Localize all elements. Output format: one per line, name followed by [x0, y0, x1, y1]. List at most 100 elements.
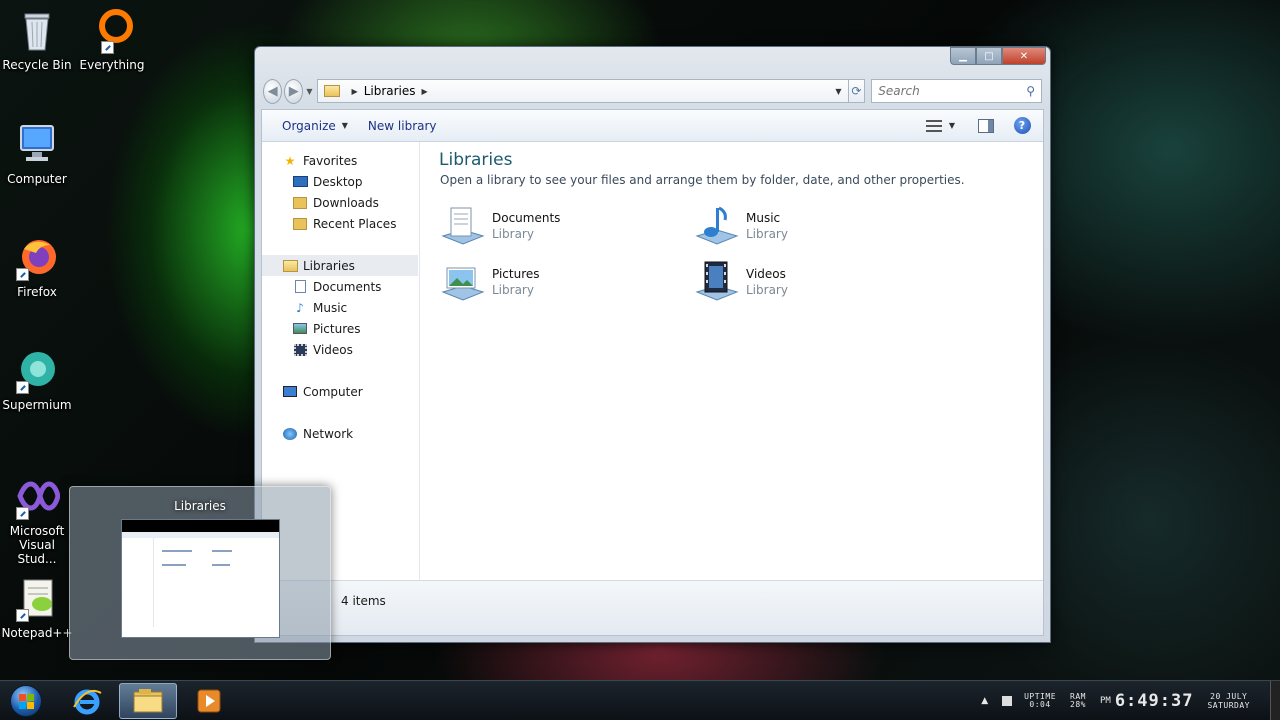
- desktop-icon-everything[interactable]: Everything: [75, 8, 149, 72]
- view-dropdown-chevron-icon[interactable]: ▼: [949, 121, 955, 130]
- nav-item-recent-places[interactable]: Recent Places: [292, 213, 396, 234]
- view-options-icon: [925, 119, 942, 132]
- change-view-button[interactable]: [921, 115, 947, 137]
- breadcrumb-separator-icon[interactable]: ▶: [352, 87, 358, 96]
- search-box[interactable]: ⚲: [871, 79, 1043, 103]
- forward-button[interactable]: ▶: [284, 78, 304, 104]
- breadcrumb-libraries[interactable]: Libraries: [364, 84, 416, 98]
- pictures-library-icon: [439, 258, 487, 306]
- library-item-documents[interactable]: Documents Library: [439, 202, 560, 250]
- clock-time[interactable]: 6:49:37: [1115, 691, 1194, 711]
- preview-pane-icon: [978, 118, 994, 133]
- help-button[interactable]: ?: [1009, 115, 1035, 137]
- explorer-client-area: Organize ▼ New library ▼ ? ★ Favorites De…: [261, 109, 1044, 636]
- desktop-icon-label: Computer: [7, 172, 67, 186]
- clock-ampm: PM: [1099, 696, 1111, 706]
- desktop-icon-firefox[interactable]: Firefox: [0, 235, 74, 299]
- library-item-pictures[interactable]: Pictures Library: [439, 258, 540, 306]
- desktop-icon-computer[interactable]: Computer: [0, 122, 74, 186]
- shortcut-arrow-icon: [16, 268, 29, 281]
- internet-explorer-icon: [73, 689, 102, 715]
- star-icon: ★: [284, 153, 296, 168]
- pictures-icon: [292, 322, 308, 336]
- taskbar-app-windows-explorer[interactable]: [119, 683, 177, 719]
- nav-item-desktop[interactable]: Desktop: [292, 171, 363, 192]
- page-description: Open a library to see your files and arr…: [440, 173, 965, 187]
- thumbnail-window-image[interactable]: [121, 519, 280, 638]
- desktop-icon-visual-studio[interactable]: Microsoft Visual Stud...: [0, 474, 74, 566]
- shortcut-arrow-icon: [101, 41, 114, 54]
- computer-icon: [14, 122, 60, 168]
- nav-item-libraries[interactable]: Libraries: [262, 255, 418, 276]
- forward-arrow-icon: ▶: [288, 83, 299, 99]
- nav-item-pictures[interactable]: Pictures: [292, 318, 361, 339]
- taskbar-app-media-player[interactable]: [180, 683, 238, 719]
- details-pane: 4 items: [262, 580, 1043, 635]
- everything-search-icon: [89, 8, 135, 54]
- refresh-icon: ⟳: [851, 84, 862, 98]
- desktop-icon-label: Notepad++: [1, 626, 73, 640]
- system-tray: ▲ UPTIME 0:04 RAM 28% PM 6:49:37 20 JULY…: [981, 681, 1280, 720]
- desktop-icon-supermium[interactable]: Supermium: [0, 348, 74, 412]
- taskbar-thumbnail-preview[interactable]: Libraries: [69, 486, 331, 660]
- nav-item-downloads[interactable]: Downloads: [292, 192, 379, 213]
- organize-button[interactable]: Organize ▼: [272, 119, 358, 133]
- address-history-dropdown[interactable]: ▼: [835, 87, 841, 96]
- maximize-button[interactable]: □: [976, 47, 1002, 65]
- recent-places-icon: [292, 217, 308, 231]
- desktop-icon-notepad-plus-plus[interactable]: Notepad++: [0, 576, 74, 640]
- ram-gadget: RAM 28%: [1070, 692, 1086, 709]
- preview-pane-button[interactable]: [973, 115, 999, 137]
- recent-pages-dropdown[interactable]: ▼: [306, 87, 312, 96]
- desktop-icon-label: Recycle Bin: [2, 58, 72, 72]
- recycle-bin-icon: [14, 8, 60, 54]
- back-arrow-icon: ◀: [267, 83, 278, 99]
- library-item-videos[interactable]: Videos Library: [693, 258, 788, 306]
- library-type: Library: [492, 283, 534, 297]
- supermium-icon: [14, 348, 60, 394]
- nav-item-network[interactable]: Network: [282, 423, 353, 444]
- action-center-flag-icon[interactable]: [1002, 696, 1013, 706]
- chevron-down-icon: ▼: [341, 121, 348, 130]
- music-library-icon: [693, 202, 741, 250]
- taskbar-app-internet-explorer[interactable]: [58, 683, 116, 719]
- library-name: Music: [746, 211, 781, 225]
- show-desktop-button[interactable]: [1270, 681, 1280, 720]
- start-button[interactable]: [6, 683, 46, 719]
- firefox-icon: [14, 235, 60, 281]
- windows-explorer-folder-icon: [133, 689, 163, 713]
- nav-item-documents[interactable]: Documents: [292, 276, 381, 297]
- clock-date[interactable]: 20 JULY SATURDAY: [1207, 692, 1250, 710]
- desktop-icon-recycle-bin[interactable]: Recycle Bin: [0, 8, 74, 72]
- documents-icon: [292, 280, 308, 294]
- desktop-icon-label: Firefox: [17, 285, 57, 299]
- shortcut-arrow-icon: [16, 507, 29, 520]
- shortcut-arrow-icon: [16, 381, 29, 394]
- library-item-music[interactable]: Music Library: [693, 202, 788, 250]
- nav-item-videos[interactable]: Videos: [292, 339, 353, 360]
- search-input[interactable]: [878, 84, 1027, 98]
- show-hidden-icons-button[interactable]: ▲: [981, 696, 988, 706]
- content-pane: Libraries Open a library to see your fil…: [421, 142, 1043, 580]
- caption-buttons: ▁ □ ✕: [950, 47, 1046, 65]
- network-icon: [282, 427, 298, 441]
- back-button[interactable]: ◀: [263, 78, 283, 104]
- breadcrumb-separator-icon[interactable]: ▶: [422, 87, 428, 96]
- command-bar: Organize ▼ New library ▼ ?: [262, 110, 1043, 142]
- navigation-bar: ◀ ▶ ▼ ▶ Libraries ▶ ▼ ⟳ ⚲: [263, 77, 1043, 105]
- nav-item-computer[interactable]: Computer: [282, 381, 363, 402]
- close-button[interactable]: ✕: [1002, 47, 1046, 65]
- notepad-plus-plus-icon: [14, 576, 60, 622]
- music-note-icon: ♪: [296, 300, 304, 315]
- desktop-icon-label: Microsoft Visual Stud...: [9, 524, 65, 566]
- explorer-window: ▁ □ ✕ ◀ ▶ ▼ ▶ Libraries ▶ ▼ ⟳ ⚲ Organize…: [254, 46, 1051, 643]
- refresh-button[interactable]: ⟳: [848, 79, 866, 103]
- new-library-button[interactable]: New library: [358, 119, 447, 133]
- library-type: Library: [492, 227, 534, 241]
- thumbnail-title: Libraries: [174, 499, 226, 513]
- address-bar[interactable]: ▶ Libraries ▶ ▼: [316, 79, 849, 103]
- nav-item-music[interactable]: ♪ Music: [292, 297, 347, 318]
- library-type: Library: [746, 227, 788, 241]
- minimize-button[interactable]: ▁: [950, 47, 976, 65]
- nav-item-favorites[interactable]: ★ Favorites: [282, 150, 358, 171]
